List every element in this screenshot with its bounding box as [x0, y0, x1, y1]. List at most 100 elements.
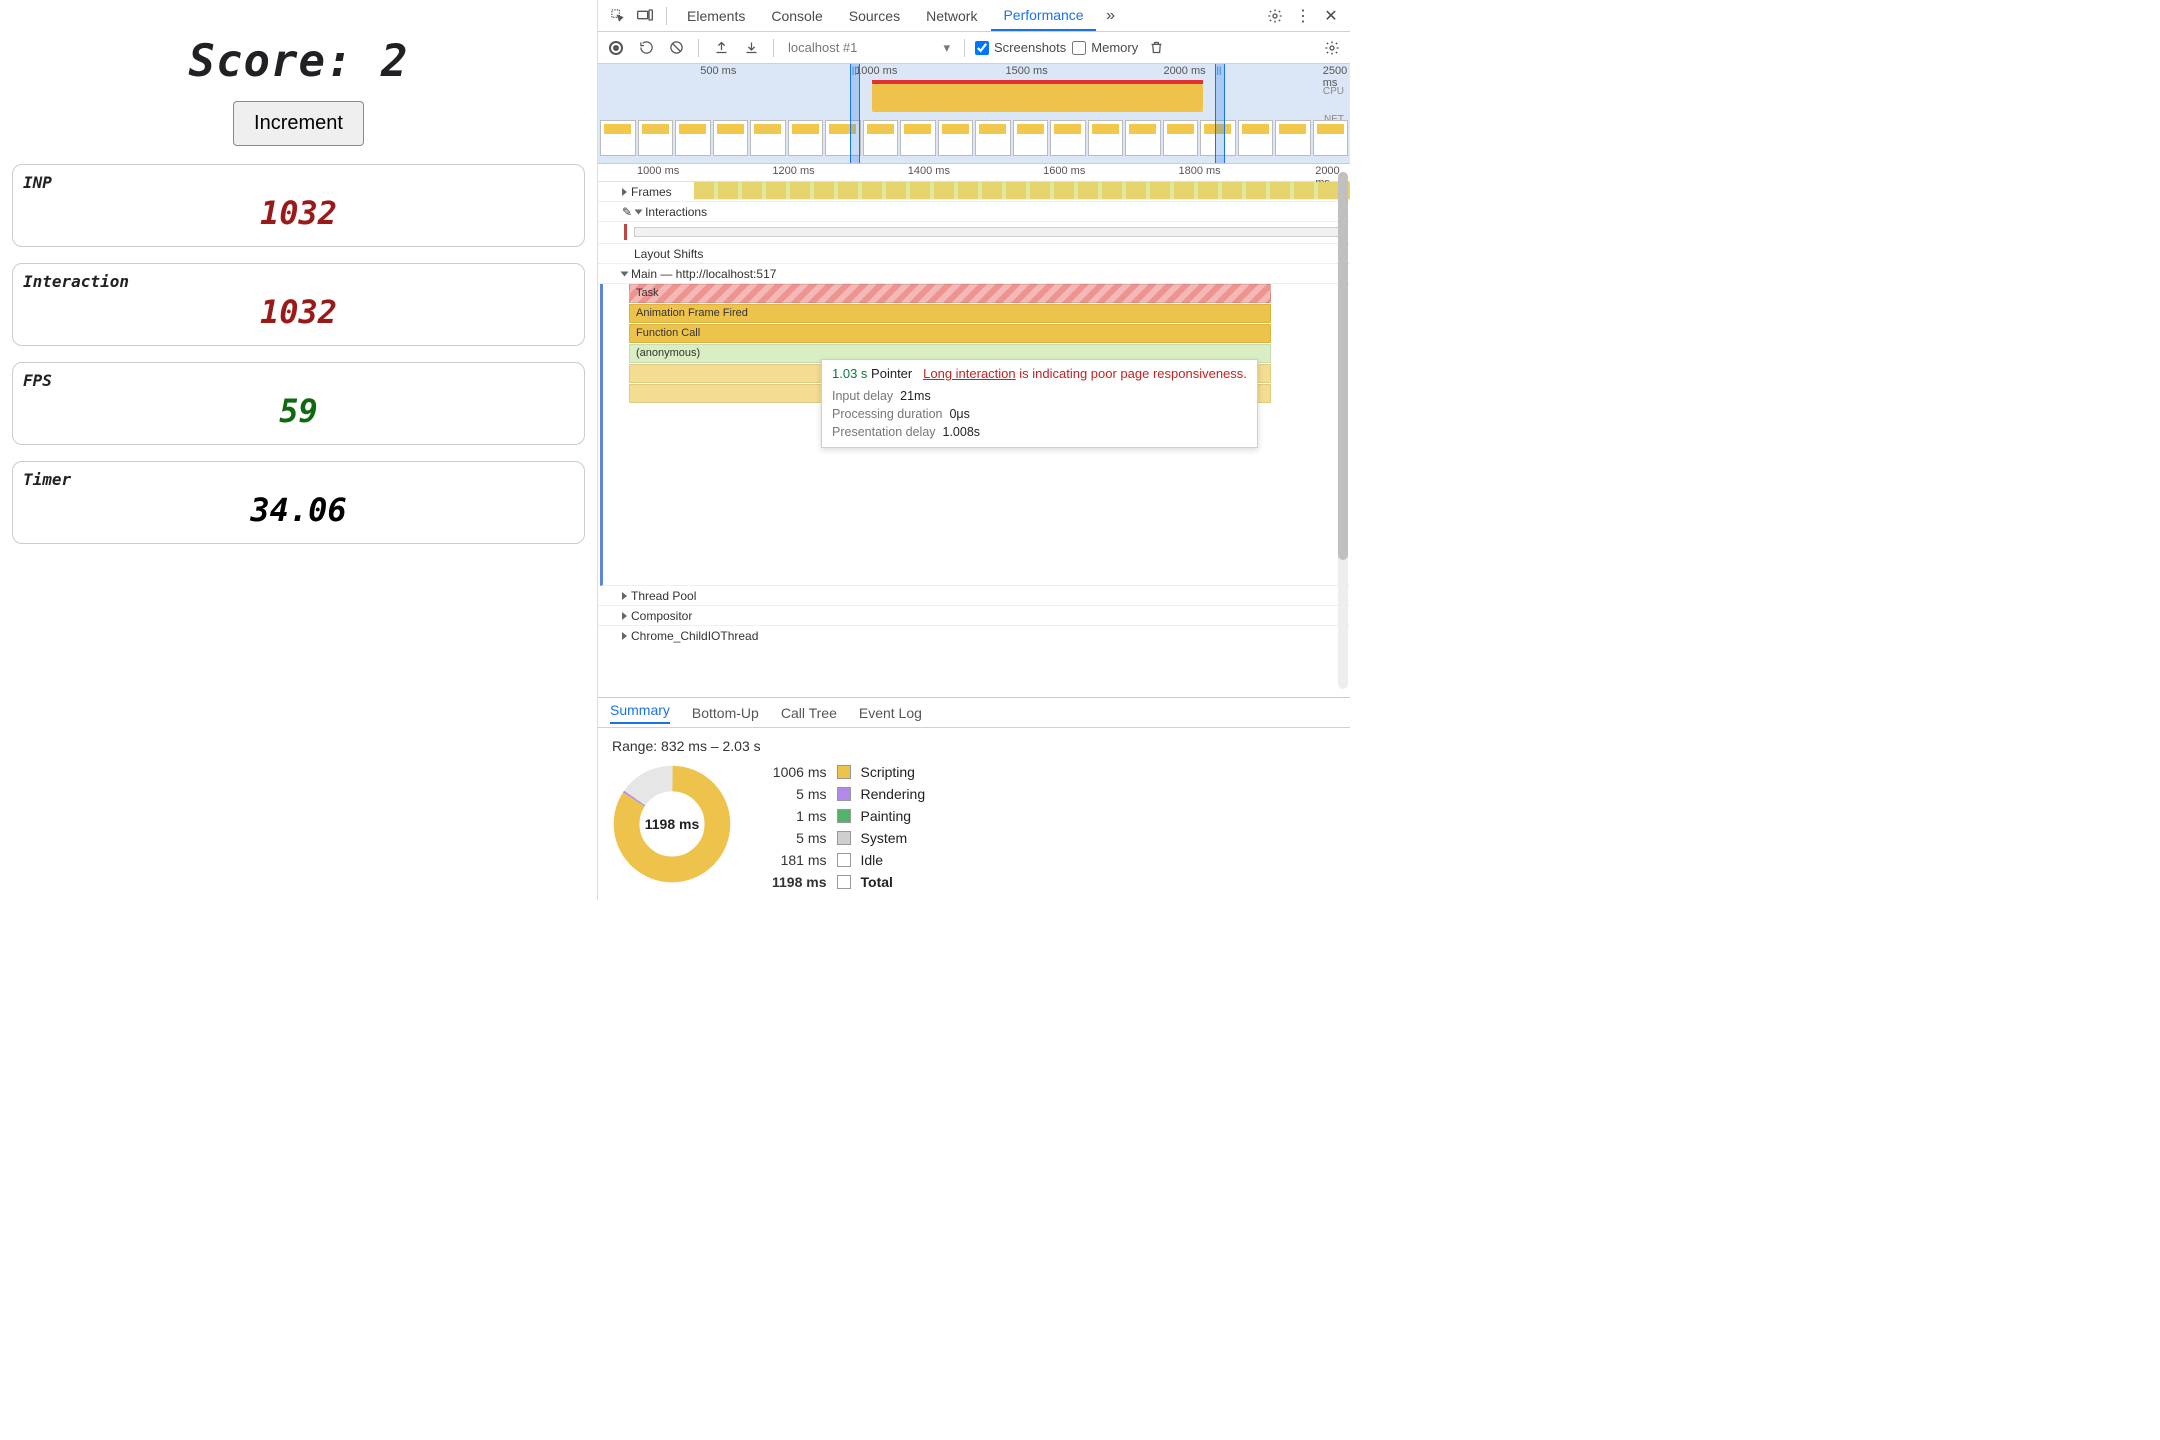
devtools-tabstrip: Elements Console Sources Network Perform…: [598, 0, 1350, 32]
score-value: 2: [381, 36, 409, 87]
scrollbar-thumb[interactable]: [1338, 172, 1348, 560]
close-icon[interactable]: ✕: [1318, 3, 1344, 29]
flame-scrollbar[interactable]: [1338, 172, 1348, 689]
ov-tick-1500: 1500 ms: [1006, 65, 1048, 77]
interaction-tooltip: 1.03 s Pointer Long interaction is indic…: [821, 359, 1258, 448]
track-thread-pool-label: Thread Pool: [631, 589, 696, 603]
more-tabs-icon[interactable]: »: [1098, 3, 1124, 29]
capture-settings-gear-icon[interactable]: [1320, 36, 1344, 60]
track-thread-pool-header[interactable]: Thread Pool: [598, 586, 1350, 606]
chevron-right-icon: [622, 612, 627, 620]
btab-summary[interactable]: Summary: [610, 702, 670, 724]
metric-label-fps: FPS: [23, 371, 574, 390]
upload-icon[interactable]: [709, 36, 733, 60]
recording-name: localhost #1: [788, 40, 857, 55]
performance-toolbar: localhost #1 ▾ Screenshots Memory: [598, 32, 1350, 64]
metric-value-timer: 34.06: [23, 491, 574, 529]
reload-icon[interactable]: [634, 36, 658, 60]
flamechart[interactable]: 1000 ms 1200 ms 1400 ms 1600 ms 1800 ms …: [598, 164, 1350, 698]
ov-tick-1000: 1000 ms: [855, 65, 897, 77]
legend-painting-time: 1 ms: [772, 808, 827, 824]
screenshots-checkbox-input[interactable]: [975, 41, 989, 55]
legend-system-swatch: [837, 831, 851, 845]
track-layout-shifts-label: Layout Shifts: [634, 247, 703, 261]
gear-icon[interactable]: [1262, 3, 1288, 29]
fl-tick-1600: 1600 ms: [1043, 165, 1085, 177]
btab-event-log[interactable]: Event Log: [859, 705, 922, 721]
track-layout-shifts-header[interactable]: Layout Shifts: [598, 244, 1350, 264]
metric-card-inp: INP 1032: [12, 164, 585, 247]
tab-network[interactable]: Network: [914, 0, 989, 31]
tab-elements[interactable]: Elements: [675, 0, 757, 31]
fl-tick-1400: 1400 ms: [908, 165, 950, 177]
overview-handle-right[interactable]: ||: [1215, 64, 1225, 163]
increment-button[interactable]: Increment: [233, 101, 364, 146]
edit-icon: ✎: [622, 205, 632, 219]
metric-label-inp: INP: [23, 173, 574, 192]
main-track-body: Task Animation Frame Fired Function Call…: [600, 284, 1350, 586]
memory-label: Memory: [1091, 40, 1138, 55]
legend-scripting-swatch: [837, 765, 851, 779]
tab-performance[interactable]: Performance: [991, 0, 1095, 31]
track-interactions-header[interactable]: ✎ Interactions: [598, 202, 1350, 222]
tab-sources[interactable]: Sources: [837, 0, 912, 31]
flame-bar-aff[interactable]: Animation Frame Fired: [629, 304, 1271, 323]
metric-value-inp: 1032: [23, 194, 574, 232]
clear-icon[interactable]: [664, 36, 688, 60]
overview-cpu-label: CPU: [1323, 86, 1344, 97]
metric-label-timer: Timer: [23, 470, 574, 489]
tooltip-long-interaction-link[interactable]: Long interaction: [923, 366, 1016, 381]
tooltip-time: 1.03 s: [832, 366, 867, 381]
chevron-right-icon: [622, 188, 627, 196]
btab-call-tree[interactable]: Call Tree: [781, 705, 837, 721]
tooltip-rest: is indicating poor page responsiveness.: [1016, 366, 1247, 381]
flame-bar-fcall[interactable]: Function Call: [629, 324, 1271, 343]
track-child-io-header[interactable]: Chrome_ChildIOThread: [598, 626, 1350, 646]
download-icon[interactable]: [739, 36, 763, 60]
memory-checkbox[interactable]: Memory: [1072, 40, 1138, 55]
summary-range: Range: 832 ms – 2.03 s: [612, 738, 1336, 754]
fl-tick-1200: 1200 ms: [772, 165, 814, 177]
legend-total-name: Total: [861, 874, 926, 890]
metric-value-fps: 59: [23, 392, 574, 430]
track-interactions-label: Interactions: [645, 205, 707, 219]
flame-bar-task[interactable]: Task: [629, 284, 1271, 303]
kebab-icon[interactable]: ⋮: [1290, 3, 1316, 29]
recording-select[interactable]: localhost #1 ▾: [784, 40, 954, 56]
track-compositor-header[interactable]: Compositor: [598, 606, 1350, 626]
overview-handle-left[interactable]: ||: [850, 64, 860, 163]
overview-cpu-flame: [872, 84, 1203, 112]
chevron-right-icon: [622, 632, 627, 640]
screenshots-checkbox[interactable]: Screenshots: [975, 40, 1066, 55]
metric-card-timer: Timer 34.06: [12, 461, 585, 544]
legend-total-time: 1198 ms: [772, 874, 827, 890]
gc-icon[interactable]: [1144, 36, 1168, 60]
summary-donut: 1198 ms: [612, 764, 732, 884]
memory-checkbox-input[interactable]: [1072, 41, 1086, 55]
donut-center-value: 1198 ms: [612, 764, 732, 884]
overview-ruler: 500 ms 1000 ms 1500 ms 2000 ms 2500 ms: [598, 64, 1350, 80]
legend-idle-swatch: [837, 853, 851, 867]
metric-label-interaction: Interaction: [23, 272, 574, 291]
legend-idle-name: Idle: [861, 852, 926, 868]
legend-painting-name: Painting: [861, 808, 926, 824]
screenshots-label: Screenshots: [994, 40, 1066, 55]
btab-bottom-up[interactable]: Bottom-Up: [692, 705, 759, 721]
metric-card-interaction: Interaction 1032: [12, 263, 585, 346]
track-compositor-label: Compositor: [631, 609, 692, 623]
tab-console[interactable]: Console: [759, 0, 834, 31]
overview-minimap[interactable]: 500 ms 1000 ms 1500 ms 2000 ms 2500 ms C…: [598, 64, 1350, 164]
track-main-header[interactable]: Main — http://localhost:517: [598, 264, 1350, 284]
track-frames-header[interactable]: Frames: [598, 182, 1350, 202]
record-icon[interactable]: [604, 36, 628, 60]
overview-thumbnails: [598, 120, 1350, 156]
score-title: Score: 2: [12, 36, 585, 87]
interaction-bar[interactable]: [634, 227, 1346, 237]
inspect-icon[interactable]: [604, 3, 630, 29]
summary-legend: 1006 ms Scripting 5 ms Rendering 1 ms Pa…: [772, 764, 925, 890]
track-main-label: Main — http://localhost:517: [631, 267, 776, 281]
device-toggle-icon[interactable]: [632, 3, 658, 29]
legend-scripting-time: 1006 ms: [772, 764, 827, 780]
summary-pane: Range: 832 ms – 2.03 s 1198 ms 1006 ms S…: [598, 728, 1350, 900]
devtools-pane: Elements Console Sources Network Perform…: [598, 0, 1350, 900]
